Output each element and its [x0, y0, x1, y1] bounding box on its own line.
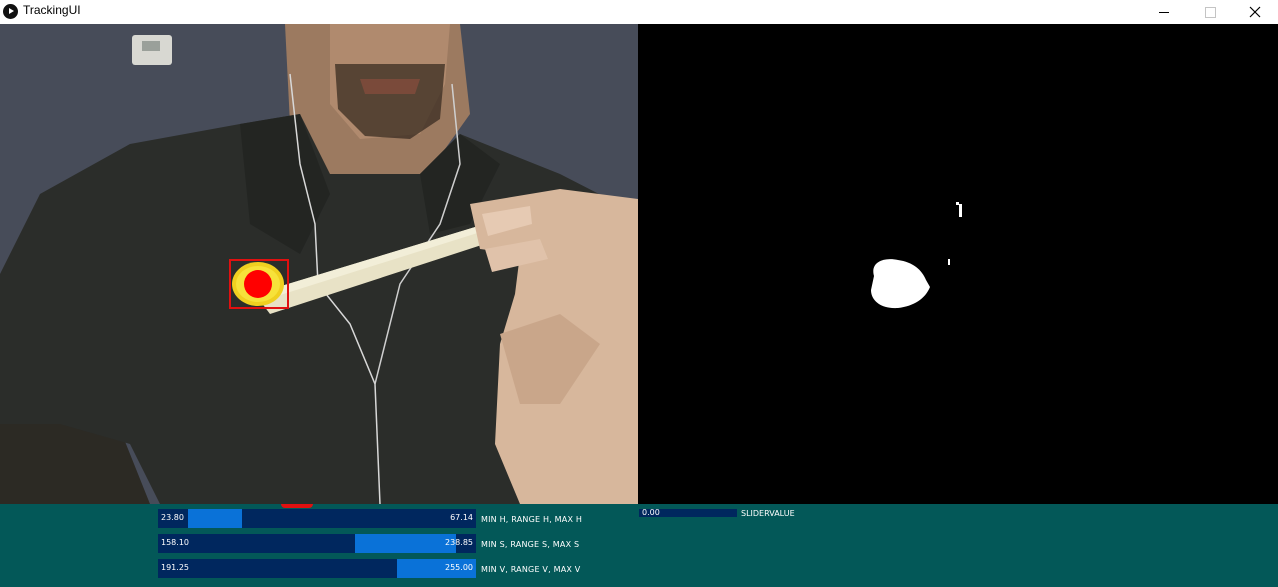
hue-range-slider[interactable]: 23.80 67.14	[158, 509, 476, 528]
minimize-button[interactable]	[1141, 0, 1187, 24]
value-min-value: 191.25	[161, 563, 189, 572]
title-bar: TrackingUI	[0, 0, 1278, 24]
close-button[interactable]	[1232, 0, 1278, 24]
single-slider-label: SLIDERVALUE	[741, 509, 795, 518]
close-icon	[1249, 6, 1261, 18]
value-slider-label: MIN V, RANGE V, MAX V	[481, 565, 581, 574]
saturation-max-value: 238.85	[445, 538, 473, 547]
thermostat-icon	[132, 35, 172, 65]
threshold-mask-view	[638, 24, 1278, 504]
window-title: TrackingUI	[23, 3, 81, 17]
saturation-min-value: 158.10	[161, 538, 189, 547]
panel-marker	[281, 504, 313, 508]
maximize-button[interactable]	[1187, 0, 1233, 24]
hue-min-value: 23.80	[161, 513, 184, 522]
hue-max-value: 67.14	[450, 513, 473, 522]
single-slider-value: 0.00	[642, 508, 660, 517]
saturation-range-slider[interactable]: 158.10 238.85	[158, 534, 476, 553]
hue-range-fill[interactable]	[188, 509, 242, 528]
mask-image	[638, 24, 1278, 504]
value-max-value: 255.00	[445, 563, 473, 572]
single-value-slider[interactable]: 0.00	[639, 508, 737, 517]
app-play-icon	[3, 4, 18, 19]
mask-noise	[959, 204, 962, 217]
hue-slider-label: MIN H, RANGE H, MAX H	[481, 515, 583, 524]
saturation-range-fill[interactable]	[355, 534, 456, 553]
centroid-marker	[244, 270, 272, 298]
value-range-slider[interactable]: 191.25 255.00	[158, 559, 476, 578]
camera-image	[0, 24, 638, 504]
saturation-slider-label: MIN S, RANGE S, MAX S	[481, 540, 580, 549]
camera-feed	[0, 24, 638, 504]
